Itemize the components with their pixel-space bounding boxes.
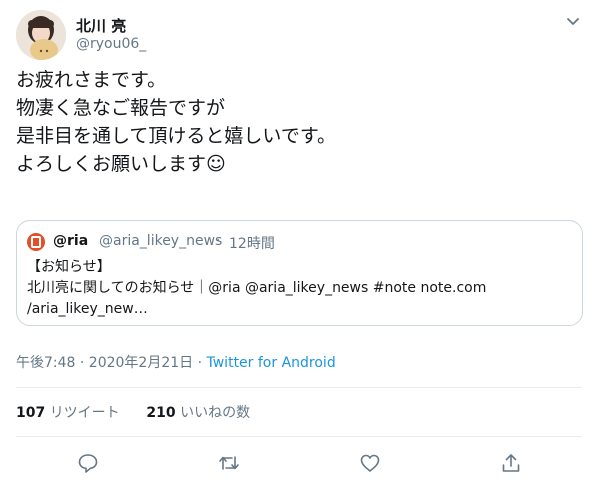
retweets-stat[interactable]: 107 リツイート [16, 405, 120, 421]
tweet-source-link[interactable]: Twitter for Android [207, 355, 336, 371]
tweet-actions [0, 450, 598, 478]
quoted-tweet[interactable]: @ria @aria_likey_news · 12時間 【お知らせ】 北川亮に… [16, 220, 583, 326]
display-name[interactable]: 北川 亮 [76, 15, 126, 36]
avatar-photo [16, 10, 66, 60]
like-icon[interactable] [359, 452, 381, 474]
tweet-meta: 午後7:48 · 2020年2月21日 · Twitter for Androi… [16, 352, 336, 372]
separator-dot: · [216, 233, 221, 249]
quoted-display-name: @ria [53, 233, 89, 249]
tweet-line: 是非目を通して頂けると嬉しいです。 [16, 125, 336, 147]
tweet-stats: 107 リツイート 210 いいねの数 [16, 402, 250, 422]
retweet-icon[interactable] [218, 452, 240, 474]
quoted-timestamp: 12時間 [229, 236, 275, 252]
quoted-line: 北川亮に関してのお知らせ｜@ria @aria_likey_news #note… [27, 280, 487, 296]
divider [16, 387, 582, 388]
likes-count: 210 [146, 405, 176, 421]
tweet-text: お疲れさまです。 物凄く急なご報告ですが 是非目を通して頂けると嬉しいです。 よ… [16, 66, 582, 178]
retweets-label: リツイート [49, 405, 120, 421]
quoted-line: 【お知らせ】 [27, 259, 111, 275]
share-icon[interactable] [500, 452, 522, 474]
quoted-user-handle: @aria_likey_news [99, 233, 223, 249]
quoted-tweet-text: 【お知らせ】 北川亮に関してのお知らせ｜@ria @aria_likey_new… [27, 257, 572, 320]
user-handle[interactable]: @ryou06_ [76, 36, 146, 52]
reply-icon[interactable] [77, 452, 99, 474]
chevron-down-icon[interactable] [564, 12, 582, 30]
tweet-line: 物凄く急なご報告ですが [16, 97, 226, 119]
tweet-timestamp[interactable]: 午後7:48 · 2020年2月21日 · [16, 355, 207, 371]
tweet-header: 北川 亮 @ryou06_ [16, 10, 582, 62]
likes-stat[interactable]: 210 いいねの数 [146, 405, 250, 421]
aria-logo-icon [27, 233, 45, 251]
likes-label: いいねの数 [180, 405, 251, 421]
divider [16, 436, 582, 437]
avatar[interactable] [16, 10, 66, 60]
tweet-line: お疲れさまです。 [16, 69, 167, 91]
retweets-count: 107 [16, 405, 46, 421]
quoted-line: /aria_likey_new… [27, 301, 148, 317]
tweet-line: よろしくお願いします☺ [16, 153, 226, 175]
